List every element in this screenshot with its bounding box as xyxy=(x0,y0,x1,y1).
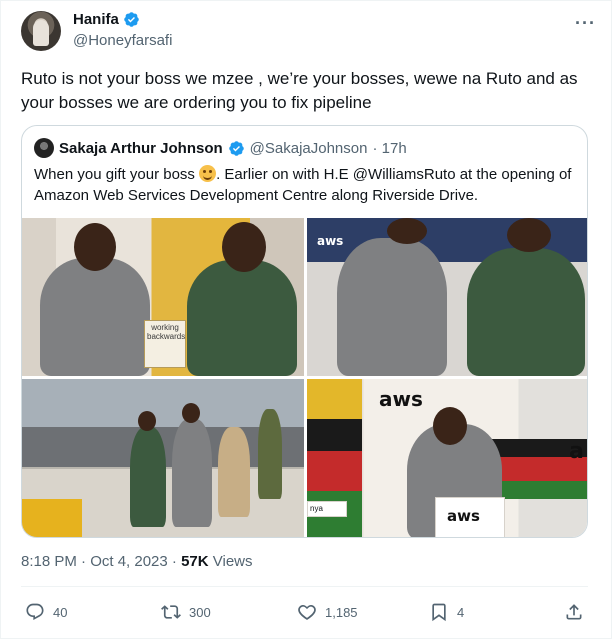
aws-side-logo: a xyxy=(569,439,584,464)
photo-walking[interactable] xyxy=(22,379,304,537)
reply-count: 40 xyxy=(53,604,68,620)
retweet-count: 300 xyxy=(189,604,211,620)
views-label: Views xyxy=(208,553,253,570)
photo-speaker[interactable]: aws a aws nya xyxy=(307,379,587,537)
bookmark-icon xyxy=(432,603,446,622)
quoted-tweet[interactable]: Sakaja Arthur Johnson @SakajaJohnson · 1… xyxy=(21,125,588,538)
book-title: working backwards xyxy=(147,323,186,341)
timestamp-time[interactable]: 8:18 PM · Oct 4, 2023 · xyxy=(21,553,181,570)
author-name-row: Hanifa xyxy=(73,11,140,28)
quoted-time[interactable]: · 17h xyxy=(372,140,406,157)
author-name[interactable]: Hanifa xyxy=(73,11,119,28)
verified-badge-icon xyxy=(228,140,244,156)
quoted-author-name[interactable]: Sakaja Arthur Johnson xyxy=(59,140,223,157)
bookmark-count: 4 xyxy=(457,604,465,620)
retweet-icon xyxy=(161,605,181,619)
aws-podium-logo: aws xyxy=(447,507,480,525)
author-handle[interactable]: @Honeyfarsafi xyxy=(73,32,172,49)
reply-icon xyxy=(26,603,44,621)
more-horizontal-icon[interactable]: ··· xyxy=(575,13,596,34)
quoted-text: When you gift your boss . Earlier on wit… xyxy=(34,164,579,206)
sign-fragment: nya xyxy=(307,501,347,517)
views-count: 57K xyxy=(181,553,209,570)
tweet-timestamp: 8:18 PM · Oct 4, 2023 · 57K Views xyxy=(21,553,253,570)
aws-screen-logo: aws xyxy=(317,234,344,248)
reply-button[interactable]: 40 xyxy=(25,597,67,627)
photo-handshake[interactable]: aws xyxy=(307,218,587,376)
like-button[interactable]: 1,185 xyxy=(297,597,358,627)
tweet-card[interactable]: Hanifa @Honeyfarsafi ··· Ruto is not you… xyxy=(0,0,612,639)
smiling-face-emoji-icon xyxy=(199,165,217,182)
book-cover: working backwards xyxy=(144,320,186,368)
quoted-text-part-1: When you gift your boss xyxy=(34,166,200,183)
tweet-text: Ruto is not your boss we mzee , we’re yo… xyxy=(21,69,578,112)
quoted-author-handle[interactable]: @SakajaJohnson xyxy=(250,140,368,157)
photo-gift-book[interactable]: working backwards xyxy=(22,218,304,376)
tweet-header: Hanifa @Honeyfarsafi ··· xyxy=(21,11,596,53)
retweet-button[interactable]: 300 xyxy=(161,597,211,627)
quoted-header: Sakaja Arthur Johnson @SakajaJohnson · 1… xyxy=(34,138,407,158)
aws-banner-logo: aws xyxy=(379,387,423,411)
verified-badge-icon xyxy=(124,12,139,27)
like-count: 1,185 xyxy=(325,604,358,620)
heart-icon xyxy=(298,605,316,620)
quoted-avatar[interactable] xyxy=(34,138,54,158)
share-icon xyxy=(566,604,582,620)
author-avatar[interactable] xyxy=(21,11,61,51)
bookmark-button[interactable]: 4 xyxy=(429,597,464,627)
action-bar: 40 300 1,185 4 xyxy=(21,597,588,627)
divider xyxy=(21,586,588,587)
photo-grid: working backwards aws aws a aws nya xyxy=(22,218,587,537)
share-button[interactable] xyxy=(564,597,584,627)
